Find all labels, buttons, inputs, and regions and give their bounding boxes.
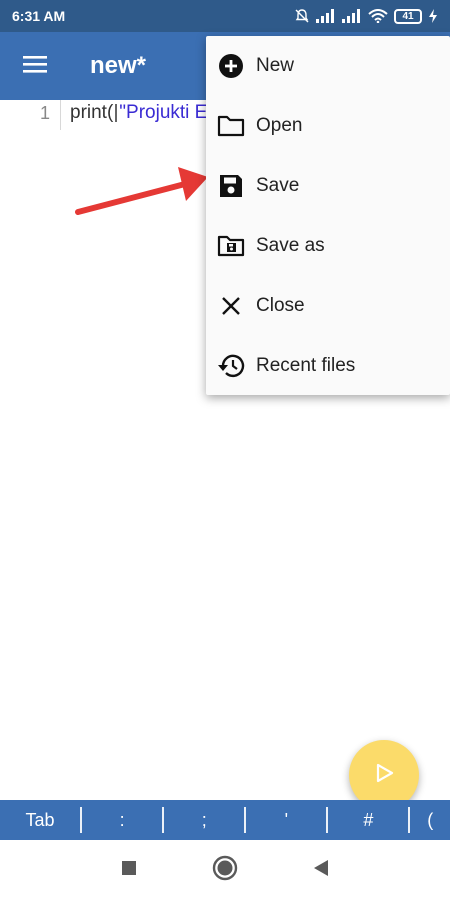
status-icons: 41 — [294, 8, 438, 24]
menu-label-open: Open — [256, 115, 303, 136]
symbol-key-paren[interactable]: ( — [410, 800, 450, 840]
file-menu-dropdown: New Open Save Save as Close Recent files — [206, 36, 450, 395]
play-icon — [373, 762, 395, 789]
signal-icon-2 — [342, 9, 362, 23]
menu-item-recent-files[interactable]: Recent files — [206, 336, 450, 396]
menu-item-save[interactable]: Save — [206, 156, 450, 216]
save-as-icon — [206, 234, 256, 258]
recents-button[interactable] — [115, 856, 143, 884]
add-circle-icon — [206, 53, 256, 79]
status-bar: 6:31 AM 41 — [0, 0, 450, 32]
back-button[interactable] — [307, 856, 335, 884]
symbol-key-hash[interactable]: # — [328, 800, 408, 840]
save-icon — [206, 173, 256, 199]
battery-level: 41 — [394, 8, 422, 24]
system-nav-bar — [0, 840, 450, 900]
symbol-bar: Tab : ; ' # ( — [0, 800, 450, 840]
square-icon — [121, 860, 137, 881]
code-function: print( — [70, 102, 114, 123]
menu-label-close: Close — [256, 295, 305, 316]
menu-item-new[interactable]: New — [206, 36, 450, 96]
code-line[interactable]: print("Projukti E — [70, 100, 207, 126]
battery-indicator: 41 — [394, 8, 422, 24]
document-title: new* — [90, 52, 147, 79]
signal-icon — [316, 9, 336, 23]
symbol-key-quote[interactable]: ' — [246, 800, 326, 840]
menu-label-new: New — [256, 55, 295, 76]
charging-icon — [428, 9, 438, 23]
menu-label-recent-files: Recent files — [256, 355, 356, 376]
text-cursor — [115, 103, 118, 122]
close-icon — [206, 295, 256, 317]
folder-icon — [206, 114, 256, 138]
symbol-key-colon[interactable]: : — [82, 800, 162, 840]
menu-label-save-as: Save as — [256, 235, 325, 256]
status-time: 6:31 AM — [12, 8, 66, 24]
annotation-arrow — [70, 165, 220, 230]
hamburger-menu-button[interactable] — [0, 32, 70, 100]
menu-item-close[interactable]: Close — [206, 276, 450, 336]
history-icon — [206, 353, 256, 379]
menu-label-save: Save — [256, 175, 300, 196]
menu-item-save-as[interactable]: Save as — [206, 216, 450, 276]
symbol-key-tab[interactable]: Tab — [0, 800, 80, 840]
menu-item-open[interactable]: Open — [206, 96, 450, 156]
alarm-off-icon — [294, 8, 310, 24]
hamburger-icon — [23, 54, 47, 79]
wifi-icon — [368, 9, 388, 23]
symbol-key-semicolon[interactable]: ; — [164, 800, 244, 840]
line-number: 1 — [0, 100, 61, 130]
home-button[interactable] — [211, 855, 239, 886]
code-string: "Projukti E — [119, 102, 208, 123]
circle-icon — [212, 855, 238, 886]
back-triangle-icon — [313, 859, 329, 882]
